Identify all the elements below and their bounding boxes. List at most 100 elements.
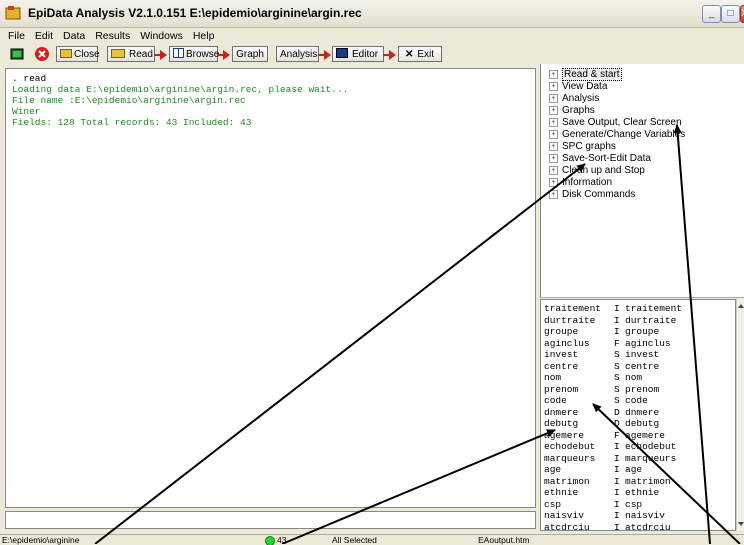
variable-label: echodebut xyxy=(625,441,677,452)
variable-label: ethnie xyxy=(625,487,660,498)
variable-row[interactable]: debutg Ddebutg xyxy=(544,418,659,430)
analysis-button[interactable]: Analysis xyxy=(276,46,319,62)
variable-row[interactable]: atcdrciu Iatcdrciu xyxy=(544,522,671,531)
editor-button[interactable]: Editor xyxy=(332,46,384,62)
close-button[interactable]: Close xyxy=(56,46,100,62)
maximize-button[interactable]: □ xyxy=(721,5,740,23)
variable-name: age xyxy=(544,464,562,475)
toolbar: Close Read Browse Graph Analysis Editor … xyxy=(0,44,744,66)
expand-icon[interactable]: + xyxy=(549,190,558,199)
menu-bar: File Edit Data Results Windows Help xyxy=(0,28,744,44)
expand-icon[interactable]: + xyxy=(549,82,558,91)
variable-label: marqueurs xyxy=(625,452,677,464)
variable-type: S xyxy=(614,349,620,360)
expand-icon[interactable]: + xyxy=(549,70,558,79)
book-icon xyxy=(336,48,348,58)
exit-button[interactable]: ✕ Exit xyxy=(398,46,442,62)
flow-arrow-icon xyxy=(383,50,396,60)
tree-item-spc-graphs[interactable]: + SPC graphs xyxy=(549,141,616,153)
variable-row[interactable]: code Scode xyxy=(544,395,648,407)
menu-help[interactable]: Help xyxy=(193,30,215,42)
flow-arrow-icon xyxy=(217,50,230,60)
variable-name: durtraite xyxy=(544,314,596,326)
status-bar: E:\epidemio\arginine 43 All Selected EAo… xyxy=(0,534,744,545)
tree-item-read-start[interactable]: + Read & start xyxy=(549,68,622,81)
variable-name: code xyxy=(544,395,567,406)
expand-icon[interactable]: + xyxy=(549,166,558,175)
variables-list: traitement Itraitement durtraite Idurtraite… xyxy=(540,299,736,531)
expand-icon[interactable]: + xyxy=(549,142,558,151)
variable-type: I xyxy=(614,510,620,521)
stop-icon[interactable] xyxy=(34,46,50,62)
app-icon xyxy=(5,6,21,20)
variable-label: centre xyxy=(625,360,660,372)
expand-icon[interactable]: + xyxy=(549,154,558,163)
variable-row[interactable]: traitement Itraitement xyxy=(544,303,682,315)
variable-row[interactable]: groupe Igroupe xyxy=(544,326,659,338)
variable-label: nom xyxy=(625,372,643,383)
variable-row[interactable]: durtraite Idurtraite xyxy=(544,315,676,327)
tree-item-save-sort-edit[interactable]: + Save-Sort-Edit Data xyxy=(549,153,651,165)
variable-type: F xyxy=(614,429,620,441)
menu-edit[interactable]: Edit xyxy=(35,30,53,42)
expand-icon[interactable]: + xyxy=(549,106,558,115)
tree-item-save-output[interactable]: + Save Output, Clear Screen xyxy=(549,117,682,129)
variable-row[interactable]: prenom Sprenom xyxy=(544,384,659,396)
variable-type: I xyxy=(614,498,620,510)
menu-data[interactable]: Data xyxy=(63,30,85,42)
output-line: Fields: 128 Total records: 43 Included: … xyxy=(12,117,252,128)
command-window-icon[interactable] xyxy=(10,47,24,61)
variable-row[interactable]: naisviv Inaisviv xyxy=(544,510,665,522)
folder-icon xyxy=(60,49,72,58)
tree-item-analysis[interactable]: + Analysis xyxy=(549,93,599,105)
variable-type: I xyxy=(614,452,620,464)
variable-row[interactable]: invest Sinvest xyxy=(544,349,659,361)
variable-label: traitement xyxy=(625,303,683,314)
variable-row[interactable]: agemere Fagemere xyxy=(544,430,665,442)
expand-icon[interactable]: + xyxy=(549,94,558,103)
flow-arrow-icon xyxy=(154,50,167,60)
variable-row[interactable]: csp Icsp xyxy=(544,499,642,511)
variable-row[interactable]: marqueurs Imarqueurs xyxy=(544,453,676,465)
scroll-up-icon[interactable] xyxy=(737,301,744,311)
expand-icon[interactable]: + xyxy=(549,130,558,139)
menu-results[interactable]: Results xyxy=(95,30,130,42)
variable-name: nom xyxy=(544,372,562,383)
command-input[interactable] xyxy=(5,511,536,529)
variable-name: aginclus xyxy=(544,337,590,349)
variable-name: echodebut xyxy=(544,441,596,452)
variable-name: matrimon xyxy=(544,475,590,487)
tree-item-graphs[interactable]: + Graphs xyxy=(549,105,595,117)
variable-row[interactable]: matrimon Imatrimon xyxy=(544,476,671,488)
variable-type: S xyxy=(614,372,620,383)
variable-row[interactable]: nom Snom xyxy=(544,372,642,384)
tree-item-generate-variables[interactable]: + Generate/Change Variables xyxy=(549,129,685,141)
tree-item-disk-commands[interactable]: + Disk Commands xyxy=(549,189,635,201)
graph-button[interactable]: Graph xyxy=(232,46,268,62)
read-button[interactable]: Read xyxy=(107,46,155,62)
menu-windows[interactable]: Windows xyxy=(140,30,183,42)
menu-file[interactable]: File xyxy=(8,30,25,42)
scroll-down-icon[interactable] xyxy=(737,519,744,529)
variable-name: groupe xyxy=(544,326,579,337)
expand-icon[interactable]: + xyxy=(549,178,558,187)
browse-button[interactable]: Browse xyxy=(169,46,219,62)
variable-row[interactable]: ethnie Iethnie xyxy=(544,487,659,499)
variables-scrollbar[interactable] xyxy=(736,299,744,531)
variable-row[interactable]: aginclus Faginclus xyxy=(544,338,671,350)
variable-row[interactable]: centre Scentre xyxy=(544,361,659,373)
expand-icon[interactable]: + xyxy=(549,118,558,127)
variable-row[interactable]: dnmere Ddnmere xyxy=(544,407,659,419)
tree-item-clean-up[interactable]: + Clean up and Stop xyxy=(549,165,645,177)
variable-type: I xyxy=(614,326,620,337)
variable-row[interactable]: age Iage xyxy=(544,464,642,476)
tree-item-view-data[interactable]: + View Data xyxy=(549,81,607,93)
variable-type: S xyxy=(614,383,620,395)
table-icon xyxy=(173,48,184,58)
window-title: EpiData Analysis V2.1.0.151 E:\epidemio\… xyxy=(28,6,362,20)
tree-item-information[interactable]: + Information xyxy=(549,177,612,189)
minimize-button[interactable]: _ xyxy=(702,5,721,23)
variable-label: agemere xyxy=(625,429,665,441)
close-window-button[interactable]: X xyxy=(740,5,744,23)
variable-row[interactable]: echodebut Iechodebut xyxy=(544,441,676,453)
